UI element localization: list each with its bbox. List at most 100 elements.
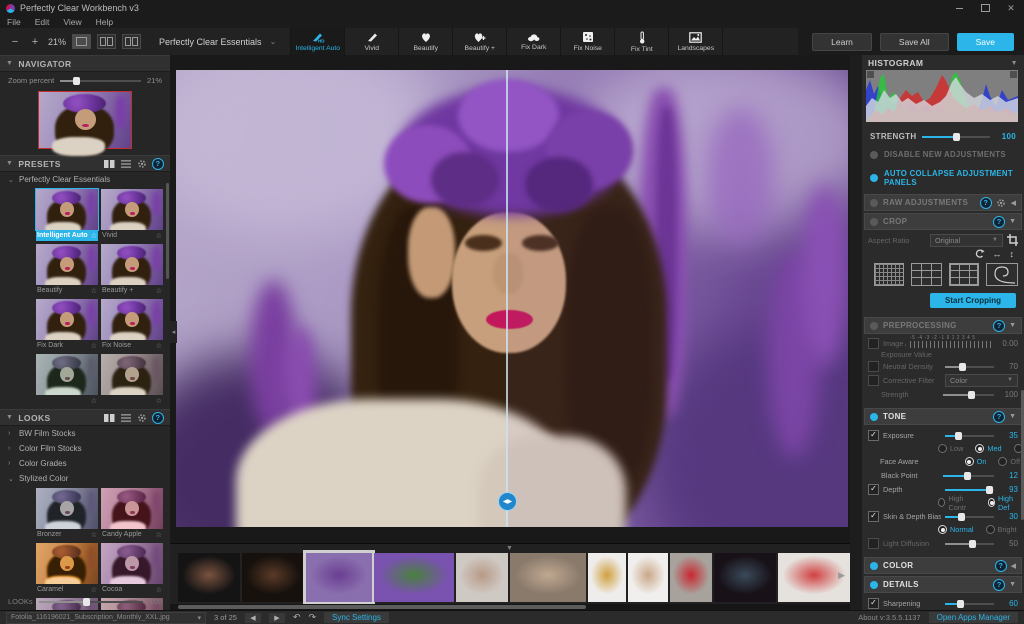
save-button[interactable]: Save — [957, 33, 1014, 51]
collapse-icon[interactable]: ▼ — [1009, 218, 1016, 225]
light-diffusion-slider[interactable] — [945, 539, 994, 548]
grid-diagonal-button[interactable] — [949, 263, 979, 286]
navigator-thumbnail[interactable] — [38, 91, 132, 149]
exposure-checkbox[interactable]: ✓ — [868, 430, 879, 441]
preset-item[interactable]: ☆ — [36, 354, 98, 406]
open-apps-manager-button[interactable]: Open Apps Manager — [929, 612, 1018, 623]
preprocessing-header[interactable]: PREPROCESSING ? ▼ — [864, 317, 1022, 334]
slider-handle[interactable] — [953, 133, 960, 141]
star-icon[interactable]: ☆ — [156, 287, 162, 295]
radio-bright[interactable]: Bright — [986, 525, 1017, 534]
menu-view[interactable]: View — [56, 17, 88, 27]
start-cropping-button[interactable]: Start Cropping — [930, 293, 1016, 308]
single-view-button[interactable] — [72, 34, 91, 49]
slider-handle[interactable] — [957, 600, 964, 608]
flip-vertical-icon[interactable]: ↕ — [1010, 249, 1015, 259]
strength-slider[interactable] — [922, 132, 990, 141]
radio-normal[interactable]: Normal — [938, 525, 974, 534]
star-icon[interactable]: ☆ — [91, 586, 97, 594]
flip-horizontal-icon[interactable]: ↔ — [993, 249, 1002, 259]
depth-checkbox[interactable]: ✓ — [868, 484, 879, 495]
help-icon[interactable]: ? — [993, 216, 1005, 228]
star-icon[interactable]: ☆ — [91, 232, 97, 240]
gear-icon[interactable] — [136, 159, 147, 168]
radio-on[interactable]: On — [965, 457, 987, 466]
learn-button[interactable]: Learn — [812, 33, 872, 51]
crop-tool-icon[interactable] — [1007, 236, 1018, 245]
preset-fix-noise[interactable]: Fix Noise☆ — [101, 299, 163, 351]
corrective-filter-checkbox[interactable] — [868, 375, 879, 386]
collapse-icon[interactable]: ▼ — [1009, 413, 1016, 420]
star-icon[interactable]: ☆ — [91, 287, 97, 295]
filmstrip-thumbnail-5[interactable] — [456, 553, 508, 602]
filmstrip-thumbnail-1[interactable] — [178, 553, 240, 602]
slider-handle[interactable] — [73, 77, 80, 85]
gear-icon[interactable] — [996, 198, 1007, 207]
compare-view-button[interactable] — [122, 34, 141, 49]
histogram-header[interactable]: HISTOGRAM▼ — [862, 55, 1024, 70]
radio-high-def[interactable]: High Def — [988, 494, 1020, 512]
toolbar-preset-fix-tint[interactable]: Fix Tint — [615, 28, 669, 55]
star-icon[interactable]: ☆ — [91, 397, 97, 405]
star-icon[interactable]: ☆ — [156, 586, 162, 594]
toolbar-preset-fix-dark[interactable]: Fix Dark — [507, 28, 561, 55]
filmstrip-thumbnail-2[interactable] — [242, 553, 304, 602]
star-icon[interactable]: ☆ — [156, 342, 162, 350]
list-view-icon[interactable] — [120, 159, 131, 168]
image-canvas[interactable]: ◀▶ ◂ — [170, 55, 850, 543]
looks-group-color-grades[interactable]: ›Color Grades — [0, 456, 170, 471]
sharpening-slider[interactable] — [945, 599, 994, 608]
image-ambulance-checkbox[interactable] — [868, 338, 879, 349]
toolbar-preset-fix-noise[interactable]: Fix Noise — [561, 28, 615, 55]
shadow-clip-icon[interactable] — [867, 71, 874, 78]
filmstrip-thumbnail-4[interactable] — [374, 553, 454, 602]
raw-adjustments-header[interactable]: RAW ADJUSTMENTS ? ◀ — [864, 194, 1022, 211]
star-icon[interactable]: ☆ — [91, 342, 97, 350]
sync-settings-button[interactable]: Sync Settings — [324, 612, 389, 623]
menu-help[interactable]: Help — [89, 17, 120, 27]
aspect-ratio-select[interactable]: Original▼ — [930, 234, 1003, 247]
filmstrip-thumbnail-9[interactable] — [670, 553, 712, 602]
exposure-slider[interactable] — [945, 431, 994, 440]
split-view-button[interactable] — [97, 34, 116, 49]
details-header[interactable]: DETAILS ? ▼ — [864, 576, 1022, 593]
undo-icon[interactable]: ↶ — [293, 612, 301, 623]
list-view-icon[interactable] — [120, 413, 131, 422]
before-after-split-line[interactable] — [506, 70, 508, 527]
preset-fix-dark[interactable]: Fix Dark☆ — [36, 299, 98, 351]
collapse-left-panel-handle[interactable]: ◂ — [170, 321, 177, 343]
exposure-ruler[interactable]: -5 -4 -3 -2 -1 0 1 2 3 4 5 — [910, 335, 994, 351]
preset-group-dropdown[interactable]: Perfectly Clear Essentials⌄ — [159, 28, 276, 55]
auto-collapse-toggle[interactable]: AUTO COLLAPSE ADJUSTMENT PANELS — [862, 164, 1024, 192]
previous-image-button[interactable]: ◀ — [245, 613, 261, 623]
looks-group-stylized-color[interactable]: ⌄Stylized Color — [0, 471, 170, 486]
grid-spiral-button[interactable] — [986, 263, 1018, 286]
help-icon[interactable]: ? — [993, 320, 1005, 332]
help-icon[interactable]: ? — [152, 158, 164, 170]
split-handle[interactable]: ◀▶ — [498, 492, 517, 511]
preset-vivid[interactable]: Vivid☆ — [101, 189, 163, 241]
looks-strength-slider[interactable] — [39, 597, 144, 606]
slider-handle[interactable] — [968, 391, 975, 399]
filmstrip-thumbnail-3[interactable] — [306, 553, 372, 602]
grid-view-icon[interactable] — [104, 413, 115, 422]
toolbar-preset-vivid[interactable]: Vivid — [345, 28, 399, 55]
menu-file[interactable]: File — [0, 17, 28, 27]
zoom-in-button[interactable]: + — [28, 36, 42, 48]
crop-header[interactable]: CROP ? ▼ — [864, 213, 1022, 230]
presets-header[interactable]: ▼ PRESETS ? — [0, 155, 170, 172]
look-cocoa[interactable]: Cocoa☆ — [101, 543, 163, 595]
left-scrollbar[interactable] — [166, 183, 169, 279]
neutral-density-slider[interactable] — [945, 362, 994, 371]
preset-beautify[interactable]: Beautify☆ — [36, 244, 98, 296]
slider-handle[interactable] — [969, 540, 976, 548]
looks-group-bw-film-stocks[interactable]: ›BW Film Stocks — [0, 426, 170, 441]
filmstrip-thumbnail-6[interactable] — [510, 553, 586, 602]
grid-fine-button[interactable] — [874, 263, 904, 286]
filmstrip-thumbnail-8[interactable] — [628, 553, 668, 602]
preset-beautify[interactable]: Beautify +☆ — [101, 244, 163, 296]
look-caramel[interactable]: Caramel☆ — [36, 543, 98, 595]
slider-handle[interactable] — [959, 363, 966, 371]
filmstrip-next-icon[interactable]: ▶ — [838, 570, 845, 581]
help-icon[interactable]: ? — [993, 411, 1005, 423]
